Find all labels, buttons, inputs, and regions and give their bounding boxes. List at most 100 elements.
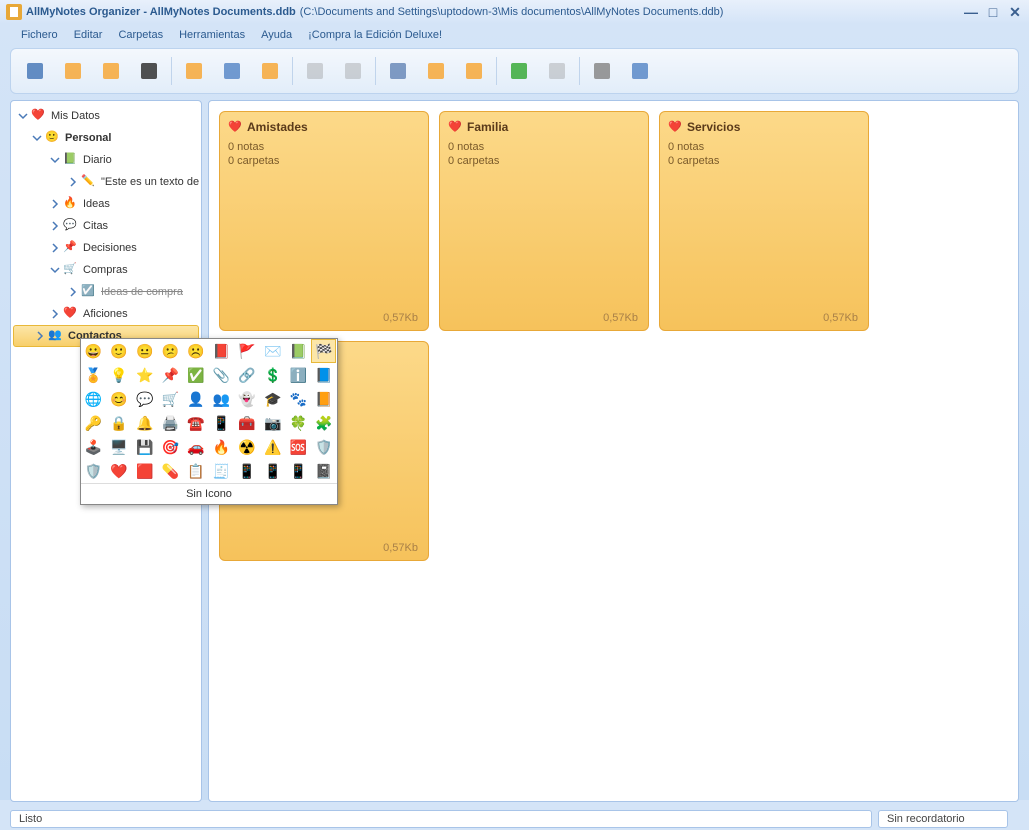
icon-option[interactable]: 📱 [260,459,285,483]
paste-button[interactable] [456,55,492,87]
icon-option[interactable]: 🧩 [311,411,336,435]
icon-option[interactable]: ℹ️ [286,363,311,387]
icon-option[interactable]: 📙 [311,387,336,411]
copy-button[interactable] [418,55,454,87]
expander-icon[interactable] [67,176,79,188]
tree-node-personal[interactable]: 🙂Personal [11,127,201,149]
lock-button[interactable] [252,55,288,87]
icon-option[interactable]: 💬 [132,387,157,411]
icon-option[interactable]: 🔥 [209,435,234,459]
expander-icon[interactable] [49,220,61,232]
search-button[interactable] [176,55,212,87]
tree-node-ideas[interactable]: 🔥Ideas [11,193,201,215]
tree-node-citas[interactable]: 💬Citas [11,215,201,237]
maximize-button[interactable]: □ [985,4,1001,20]
icon-option[interactable]: ✅ [183,363,208,387]
icon-option[interactable]: 💊 [158,459,183,483]
settings-button[interactable] [584,55,620,87]
icon-option[interactable]: 🏅 [81,363,106,387]
icon-option[interactable]: 🔗 [235,363,260,387]
menu-ayuda[interactable]: Ayuda [254,27,299,43]
icon-option[interactable]: ⚠️ [260,435,285,459]
cut-button[interactable] [380,55,416,87]
icon-option[interactable]: ☎️ [183,411,208,435]
expander-icon[interactable] [49,308,61,320]
icon-option[interactable]: 🚩 [235,339,260,363]
icon-option[interactable]: 💾 [132,435,157,459]
icon-option[interactable]: 😐 [132,339,157,363]
icon-option[interactable]: 😊 [107,387,132,411]
folder-card-servicios[interactable]: ❤️Servicios0 notas0 carpetas0,57Kb [659,111,869,331]
icon-option[interactable]: 🔒 [107,411,132,435]
icon-option[interactable]: 💲 [260,363,285,387]
icon-option[interactable]: 📋 [183,459,208,483]
icon-option[interactable]: 📕 [209,339,234,363]
icon-option[interactable]: 🆘 [286,435,311,459]
icon-option[interactable]: 🚗 [183,435,208,459]
icon-option[interactable]: 🕹️ [81,435,106,459]
icon-option[interactable]: 🏁 [311,339,336,363]
expander-icon[interactable] [49,198,61,210]
filter-button[interactable] [214,55,250,87]
icon-option[interactable]: ❤️ [107,459,132,483]
tree-node-diario[interactable]: 📗Diario [11,149,201,171]
icon-option[interactable]: 🖨️ [158,411,183,435]
back-button[interactable] [501,55,537,87]
icon-option[interactable]: 🔔 [132,411,157,435]
minimize-button[interactable]: — [963,4,979,20]
tree-node-ideasdecompra[interactable]: ☑️Ideas de compra [11,281,201,303]
tree-node-esteesuntextode[interactable]: ✏️"Este es un texto de [11,171,201,193]
menu-editar[interactable]: Editar [67,27,110,43]
icon-option[interactable]: 😀 [81,339,106,363]
expander-icon[interactable] [49,264,61,276]
new-folder-button[interactable] [93,55,129,87]
tree-node-misdatos[interactable]: ❤️Mis Datos [11,105,201,127]
tree-node-compras[interactable]: 🛒Compras [11,259,201,281]
icon-option[interactable]: 🛒 [158,387,183,411]
icon-option[interactable]: 🛡️ [81,459,106,483]
expander-icon[interactable] [34,330,46,342]
print-button[interactable] [622,55,658,87]
icon-option[interactable]: 🛡️ [311,435,336,459]
icon-option[interactable]: 📓 [311,459,336,483]
icon-option[interactable]: 📱 [286,459,311,483]
icon-option[interactable]: 🔑 [81,411,106,435]
icon-option[interactable]: 👻 [235,387,260,411]
save-button[interactable] [17,55,53,87]
tree-node-decisiones[interactable]: 📌Decisiones [11,237,201,259]
icon-option[interactable]: 🎯 [158,435,183,459]
expander-icon[interactable] [49,154,61,166]
menu-compralaedicindeluxe[interactable]: ¡Compra la Edición Deluxe! [301,27,449,43]
folder-card-amistades[interactable]: ❤️Amistades0 notas0 carpetas0,57Kb [219,111,429,331]
tree-node-aficiones[interactable]: ❤️Aficiones [11,303,201,325]
icon-option[interactable]: 👤 [183,387,208,411]
icon-option[interactable]: 🍀 [286,411,311,435]
icon-option[interactable]: 📎 [209,363,234,387]
no-icon-option[interactable]: Sin Icono [81,483,337,504]
new-note-button[interactable] [55,55,91,87]
icon-option[interactable]: 😕 [158,339,183,363]
icon-option[interactable]: 🧰 [235,411,260,435]
expander-icon[interactable] [67,286,79,298]
icon-option[interactable]: 🖥️ [107,435,132,459]
icon-option[interactable]: 📱 [235,459,260,483]
expander-icon[interactable] [31,132,43,144]
menu-herramientas[interactable]: Herramientas [172,27,252,43]
icon-option[interactable]: 🟥 [132,459,157,483]
expander-icon[interactable] [49,242,61,254]
icon-option[interactable]: ☢️ [235,435,260,459]
icon-option[interactable]: 📷 [260,411,285,435]
icon-option[interactable]: 🧾 [209,459,234,483]
folder-card-familia[interactable]: ❤️Familia0 notas0 carpetas0,57Kb [439,111,649,331]
icon-option[interactable]: 📱 [209,411,234,435]
icon-option[interactable]: 📘 [311,363,336,387]
icon-option[interactable]: 🌐 [81,387,106,411]
icon-option[interactable]: 📌 [158,363,183,387]
menu-carpetas[interactable]: Carpetas [111,27,170,43]
close-button[interactable]: ✕ [1007,4,1023,20]
icon-option[interactable]: ☹️ [183,339,208,363]
icon-option[interactable]: ✉️ [260,339,285,363]
icon-option[interactable]: 📗 [286,339,311,363]
icon-option[interactable]: 🙂 [107,339,132,363]
icon-option[interactable]: 🐾 [286,387,311,411]
